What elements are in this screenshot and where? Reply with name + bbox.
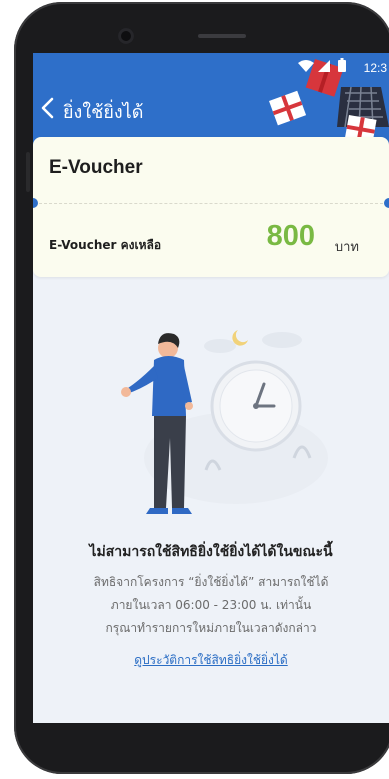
unavailable-desc-line-1: สิทธิจากโครงการ “ยิ่งใช้ยิ่งได้” สามารถใ… bbox=[93, 575, 329, 589]
front-camera bbox=[118, 28, 134, 44]
unavailable-illustration bbox=[121, 330, 328, 514]
app-screen: 12:3 ยิ่งใช้ยิ่งได้ E-Voucher E-Voucher … bbox=[33, 53, 389, 723]
earpiece-speaker bbox=[198, 34, 246, 38]
wifi-icon bbox=[298, 60, 314, 72]
unavailable-desc-line-2: ภายในเวลา 06:00 - 23:00 น. เท่านั้น bbox=[110, 598, 312, 612]
back-arrow-icon[interactable] bbox=[39, 97, 57, 119]
phone-side-button bbox=[26, 152, 30, 192]
battery-icon bbox=[338, 58, 346, 72]
person-illustration bbox=[121, 333, 193, 514]
card-notch-right bbox=[384, 198, 389, 208]
app-header: 12:3 ยิ่งใช้ยิ่งได้ bbox=[33, 53, 389, 147]
page-title: ยิ่งใช้ยิ่งได้ bbox=[63, 102, 144, 123]
voucher-card: E-Voucher E-Voucher คงเหลือ 800 บาท bbox=[33, 137, 389, 277]
currency-unit: บาท bbox=[334, 240, 359, 255]
unavailable-title: ไม่สามารถใช้สิทธิยิ่งใช้ยิ่งได้ได้ในขณะน… bbox=[89, 544, 333, 560]
voucher-title: E-Voucher bbox=[49, 157, 143, 178]
unavailable-desc-line-3: กรุณาทำรายการใหม่ภายในเวลาดังกล่าว bbox=[105, 621, 317, 635]
card-divider bbox=[39, 203, 383, 204]
clock-icon bbox=[210, 360, 302, 452]
signal-icon bbox=[318, 60, 330, 72]
usage-history-link[interactable]: ดูประวัติการใช้สิทธิยิ่งใช้ยิ่งได้ bbox=[33, 651, 389, 670]
cloud-icon bbox=[204, 332, 302, 353]
status-time: 12:3 bbox=[363, 61, 387, 75]
voucher-remaining-amount: 800 bbox=[266, 220, 315, 252]
card-notch-left bbox=[33, 198, 38, 208]
moon-icon bbox=[232, 330, 248, 346]
voucher-remaining-label: E-Voucher คงเหลือ bbox=[49, 238, 162, 252]
